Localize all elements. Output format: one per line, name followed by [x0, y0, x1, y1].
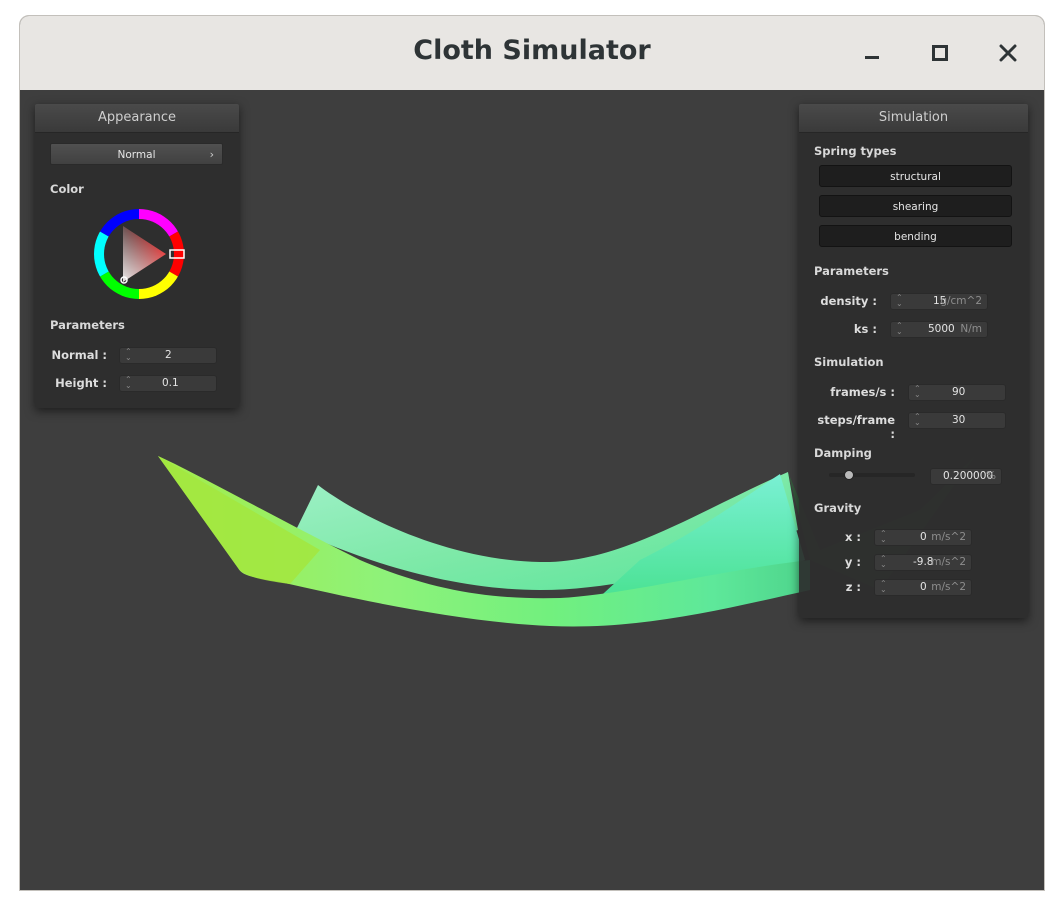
structural-toggle[interactable]: structural — [819, 165, 1012, 187]
normal-input[interactable]: ⌃ ⌄ 2 — [119, 347, 217, 364]
damping-input[interactable]: 0.200000 % — [930, 468, 1002, 485]
simulation-header: Simulation — [799, 104, 1028, 133]
fps-input[interactable]: ⌃ ⌄ 90 — [908, 384, 1006, 401]
spinner-arrows-icon: ⌃ ⌄ — [880, 529, 887, 544]
gravity-label: Gravity — [814, 501, 862, 515]
appearance-header: Appearance — [35, 104, 239, 133]
gravity-z-value: 0 — [920, 581, 927, 593]
ks-label: ks : — [853, 322, 877, 336]
close-button[interactable] — [993, 38, 1023, 68]
spinner-arrows-icon: ⌃ ⌄ — [880, 579, 887, 594]
density-unit: g/cm^2 — [940, 295, 982, 307]
spinner-arrows-icon: ⌃ ⌄ — [125, 375, 132, 390]
damping-unit: % — [986, 470, 996, 482]
gravity-z-label: z : — [845, 580, 861, 594]
spinner-arrows-icon: ⌃ ⌄ — [896, 321, 903, 336]
ks-input[interactable]: ⌃ ⌄ 5000 N/m — [890, 321, 988, 338]
height-value: 0.1 — [162, 377, 179, 389]
density-label: density : — [820, 294, 877, 308]
ks-unit: N/m — [960, 323, 982, 335]
close-icon — [999, 44, 1017, 62]
bending-toggle[interactable]: bending — [819, 225, 1012, 247]
spring-types-label: Spring types — [814, 144, 897, 158]
shader-dropdown[interactable]: Normal › — [50, 143, 223, 165]
gravity-x-input[interactable]: ⌃ ⌄ 0 m/s^2 — [874, 529, 972, 546]
steps-label: steps/frame : — [817, 413, 895, 441]
damping-slider-track — [829, 473, 915, 477]
minimize-icon — [865, 56, 879, 59]
sim-section-label: Simulation — [814, 355, 884, 369]
ks-value: 5000 — [928, 323, 955, 335]
spinner-arrows-icon: ⌃ ⌄ — [896, 293, 903, 308]
gravity-z-input[interactable]: ⌃ ⌄ 0 m/s^2 — [874, 579, 972, 596]
color-wheel[interactable] — [93, 208, 187, 302]
appearance-panel: Appearance Normal › Color Parameters Nor… — [35, 104, 239, 408]
height-label: Height : — [55, 376, 107, 390]
fps-value: 90 — [952, 386, 966, 398]
minimize-button[interactable] — [857, 38, 887, 68]
appearance-params-label: Parameters — [50, 318, 125, 332]
gravity-y-input[interactable]: ⌃ ⌄ -9.8 m/s^2 — [874, 554, 972, 571]
app-window: Cloth Simulator Appearance Normal › Colo… — [19, 15, 1045, 891]
spinner-arrows-icon: ⌃ ⌄ — [914, 384, 921, 399]
sim-params-label: Parameters — [814, 264, 889, 278]
maximize-icon — [932, 45, 948, 61]
normal-label: Normal : — [51, 348, 107, 362]
height-input[interactable]: ⌃ ⌄ 0.1 — [119, 375, 217, 392]
damping-label: Damping — [814, 446, 872, 460]
gravity-y-unit: m/s^2 — [931, 556, 966, 568]
spinner-arrows-icon: ⌃ ⌄ — [914, 412, 921, 427]
gravity-x-value: 0 — [920, 531, 927, 543]
gravity-z-unit: m/s^2 — [931, 581, 966, 593]
steps-input[interactable]: ⌃ ⌄ 30 — [908, 412, 1006, 429]
damping-slider[interactable] — [829, 470, 915, 480]
color-label: Color — [50, 182, 84, 196]
title-bar: Cloth Simulator — [20, 16, 1044, 91]
steps-value: 30 — [952, 414, 966, 426]
damping-slider-knob[interactable] — [844, 470, 855, 480]
simulation-panel: Simulation Spring types structural shear… — [799, 104, 1028, 618]
gravity-x-unit: m/s^2 — [931, 531, 966, 543]
gravity-x-label: x : — [844, 530, 861, 544]
gravity-y-label: y : — [844, 555, 861, 569]
spinner-arrows-icon: ⌃ ⌄ — [125, 347, 132, 362]
chevron-right-icon: › — [209, 148, 214, 161]
normal-value: 2 — [165, 349, 172, 361]
spinner-arrows-icon: ⌃ ⌄ — [880, 554, 887, 569]
shader-dropdown-value: Normal — [117, 149, 156, 161]
maximize-button[interactable] — [925, 38, 955, 68]
window-title: Cloth Simulator — [413, 35, 651, 66]
density-input[interactable]: ⌃ ⌄ 15 g/cm^2 — [890, 293, 988, 310]
shearing-toggle[interactable]: shearing — [819, 195, 1012, 217]
fps-label: frames/s : — [830, 385, 895, 399]
